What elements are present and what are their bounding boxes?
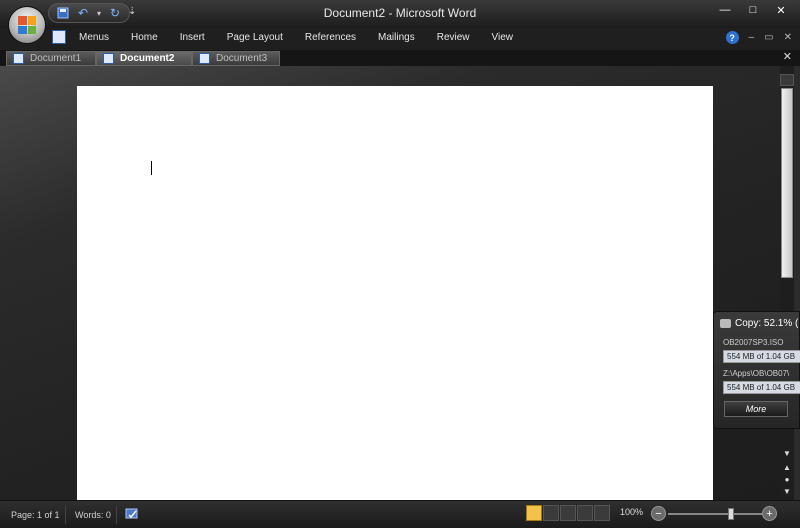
doc-close-button[interactable]: ✕ [784, 32, 792, 43]
copy-dest-path: Z:\Apps\OB\OB07\ [723, 369, 790, 378]
tab-menus[interactable]: Menus [68, 32, 120, 43]
word-doc-icon [103, 53, 114, 64]
doc-tab-document3[interactable]: Document3 [192, 51, 280, 66]
status-bar: Page: 1 of 1 Words: 0 100% − + [0, 500, 800, 528]
minimize-button[interactable]: — [712, 2, 738, 18]
web-layout-view-button[interactable] [560, 505, 576, 521]
copy-progress-popup: Copy: 52.1% ( OB2007SP3.ISO 554 MB of 1.… [713, 311, 800, 429]
word-window: ↶ ▾ ↻ ⇣ Document2 - Microsoft Word — □ ✕… [0, 0, 800, 528]
scroll-down-arrow-icon[interactable]: ▼ [780, 448, 794, 460]
doc-tab-document2[interactable]: Document2 [96, 51, 192, 66]
zoom-out-button[interactable]: − [651, 506, 666, 521]
draft-view-button[interactable] [594, 505, 610, 521]
proofing-icon[interactable] [124, 506, 140, 522]
zoom-level[interactable]: 100% [620, 507, 643, 517]
close-button[interactable]: ✕ [768, 2, 794, 18]
next-page-icon[interactable]: ▼ [780, 486, 794, 498]
tab-view[interactable]: View [481, 32, 525, 43]
title-bar: ↶ ▾ ↻ ⇣ Document2 - Microsoft Word — □ ✕ [0, 0, 800, 44]
vertical-scrollbar[interactable]: ▼ ▲ ● ▼ [780, 66, 794, 500]
copy-title: Copy: 52.1% ( [735, 318, 799, 329]
tab-references[interactable]: References [294, 32, 367, 43]
maximize-button[interactable]: □ [740, 2, 766, 18]
tab-mailings[interactable]: Mailings [367, 32, 426, 43]
print-layout-view-button[interactable] [526, 505, 542, 521]
tab-review[interactable]: Review [426, 32, 481, 43]
tab-page-layout[interactable]: Page Layout [216, 32, 294, 43]
office-logo-icon [18, 16, 36, 34]
full-screen-reading-view-button[interactable] [543, 505, 559, 521]
word-count[interactable]: Words: 0 [70, 506, 117, 524]
select-browse-object-icon[interactable]: ● [780, 474, 794, 486]
doc-minimize-button[interactable]: – [749, 32, 755, 43]
zoom-slider-thumb[interactable] [728, 508, 735, 520]
help-icon[interactable]: ? [725, 31, 739, 44]
word-doc-icon [52, 30, 66, 44]
document-workspace [0, 66, 780, 500]
close-tab-icon[interactable]: ✕ [783, 50, 792, 63]
copy-drive-icon [720, 319, 731, 328]
page-indicator[interactable]: Page: 1 of 1 [6, 506, 66, 524]
word-doc-icon [13, 53, 24, 64]
zoom-slider-track[interactable] [668, 513, 762, 515]
tab-insert[interactable]: Insert [169, 32, 216, 43]
document-page[interactable] [77, 86, 713, 500]
view-buttons [526, 505, 610, 521]
zoom-in-button[interactable]: + [762, 506, 777, 521]
doc-tab-label: Document2 [120, 53, 175, 64]
outline-view-button[interactable] [577, 505, 593, 521]
scrollbar-thumb[interactable] [781, 88, 793, 278]
doc-tab-label: Document3 [216, 53, 268, 64]
doc-tab-label: Document1 [30, 53, 82, 64]
doc-restore-button[interactable]: ▭ [764, 32, 773, 43]
doc-tab-document1[interactable]: Document1 [6, 51, 96, 66]
total-progress-bar: 554 MB of 1.04 GB [723, 381, 800, 394]
document-tab-bar: Document1 Document2 Document3 ✕ [0, 50, 800, 66]
text-cursor [151, 161, 152, 175]
view-ruler-icon[interactable] [780, 74, 794, 86]
word-doc-icon [199, 53, 210, 64]
more-button[interactable]: More [724, 401, 788, 417]
ribbon-tab-bar: Menus Home Insert Page Layout References… [0, 28, 800, 50]
file-progress-bar: 554 MB of 1.04 GB [723, 350, 800, 363]
office-button[interactable] [8, 6, 46, 44]
previous-page-icon[interactable]: ▲ [780, 462, 794, 474]
tab-home[interactable]: Home [120, 32, 169, 43]
copy-file-name: OB2007SP3.ISO [723, 338, 784, 347]
window-title: Document2 - Microsoft Word [323, 6, 477, 20]
